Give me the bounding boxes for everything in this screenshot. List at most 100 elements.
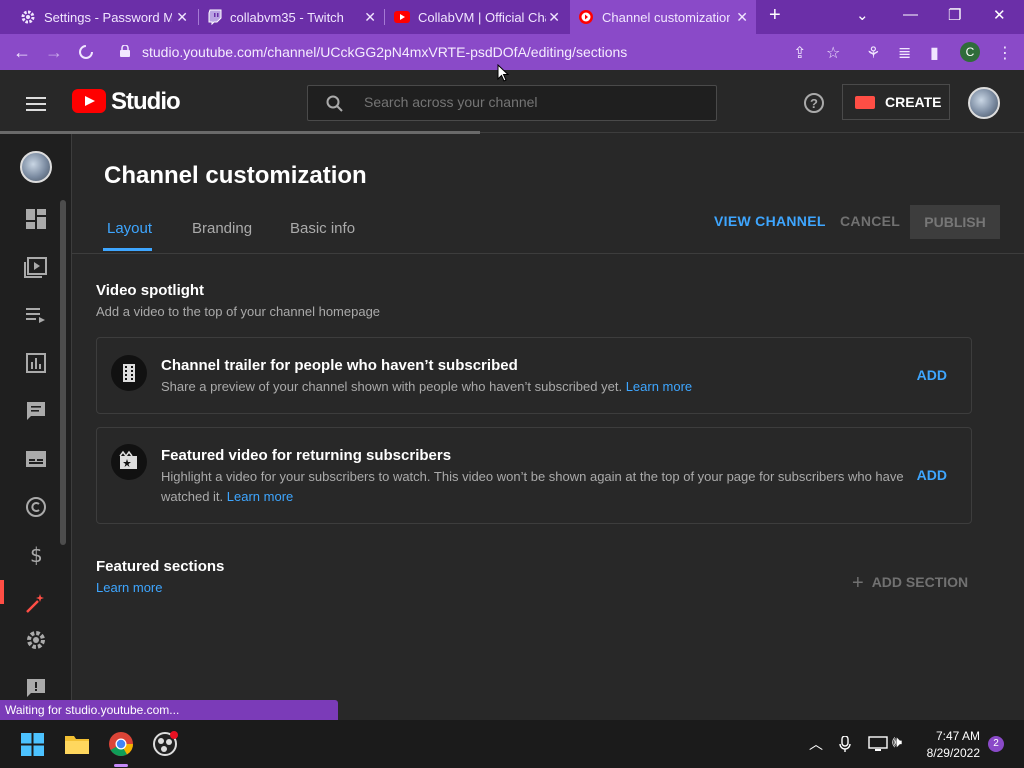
microphone-icon[interactable] — [839, 736, 851, 753]
chevron-up-icon[interactable]: ︿ — [809, 734, 823, 754]
add-section-button[interactable]: + ADD SECTION — [852, 570, 968, 594]
copyright-icon[interactable] — [24, 495, 48, 519]
chrome-icon[interactable] — [108, 731, 134, 757]
customization-icon[interactable] — [24, 591, 48, 615]
bookmark-star-icon[interactable]: ☆ — [826, 43, 840, 63]
settings-gear-icon[interactable] — [24, 628, 48, 652]
learn-more-link[interactable]: Learn more — [227, 489, 293, 504]
feedback-icon[interactable] — [24, 676, 48, 700]
network-icon[interactable] — [868, 736, 888, 752]
add-featured-video-button[interactable]: ADD — [917, 467, 947, 483]
view-channel-button[interactable]: VIEW CHANNEL — [714, 213, 826, 229]
card-title: Channel trailer for people who haven’t s… — [161, 357, 518, 374]
volume-icon[interactable]: 🕪 — [892, 734, 902, 752]
new-tab-button[interactable]: + — [769, 4, 781, 27]
featured-video-card: Featured video for returning subscribers… — [96, 427, 972, 524]
close-window-icon[interactable]: ✕ — [993, 6, 1006, 24]
forward-arrow-icon[interactable]: → — [45, 42, 63, 63]
close-icon[interactable]: ✕ — [364, 9, 376, 26]
browser-tab-settings[interactable]: Settings - Password Ma ✕ — [12, 0, 196, 34]
loading-spinner-icon[interactable] — [78, 44, 94, 60]
close-icon[interactable]: ✕ — [548, 9, 560, 26]
card-description: Share a preview of your channel shown wi… — [161, 377, 911, 397]
playlists-icon[interactable] — [24, 303, 48, 327]
card-title: Featured video for returning subscribers — [161, 447, 452, 464]
learn-more-link[interactable]: Learn more — [626, 379, 692, 394]
plus-icon: + — [852, 572, 864, 594]
youtube-logo-icon[interactable] — [72, 89, 106, 113]
tab-separator — [384, 9, 385, 25]
side-panel-icon[interactable]: ▮ — [930, 43, 939, 63]
publish-button[interactable]: PUBLISH — [910, 205, 1000, 239]
learn-more-link[interactable]: Learn more — [96, 580, 162, 595]
channel-avatar[interactable] — [20, 151, 52, 183]
notification-badge[interactable]: 2 — [988, 736, 1004, 752]
lock-icon[interactable] — [120, 45, 130, 57]
help-icon[interactable]: ? — [804, 93, 824, 113]
cancel-button[interactable]: CANCEL — [840, 213, 900, 229]
browser-tab-collabvm[interactable]: CollabVM | Official Cha ✕ — [386, 0, 568, 34]
tab-title: Settings - Password Ma — [44, 9, 172, 25]
sidebar-scrollbar[interactable] — [60, 200, 66, 545]
active-app-indicator — [114, 764, 128, 767]
search-input[interactable] — [364, 94, 694, 110]
restore-icon[interactable]: ❐ — [948, 6, 961, 24]
subtitles-icon[interactable] — [24, 447, 48, 471]
file-explorer-icon[interactable] — [64, 732, 90, 756]
youtube-studio-icon — [579, 10, 593, 24]
active-nav-indicator — [0, 580, 4, 604]
mouse-cursor-icon — [497, 64, 509, 82]
create-button[interactable]: CREATE — [842, 84, 950, 120]
video-camera-icon — [855, 95, 875, 109]
featured-video-icon — [111, 444, 147, 480]
studio-sidebar: $ — [0, 134, 72, 720]
card-description: Highlight a video for your subscribers t… — [161, 467, 911, 507]
minimize-icon[interactable]: — — [903, 6, 918, 23]
tab-layout[interactable]: Layout — [107, 220, 152, 237]
card-desc-text: Share a preview of your channel shown wi… — [161, 379, 623, 394]
studio-logo-text[interactable]: Studio — [111, 88, 181, 116]
video-spotlight-heading: Video spotlight — [96, 282, 205, 299]
tab-title: collabvm35 - Twitch — [230, 9, 344, 25]
channel-search-box[interactable] — [307, 85, 717, 121]
analytics-icon[interactable] — [24, 351, 48, 375]
obs-icon[interactable] — [152, 731, 178, 757]
kebab-menu-icon[interactable]: ⋮ — [997, 43, 1013, 63]
active-tab-underline — [103, 248, 152, 251]
svg-text:$: $ — [30, 543, 43, 567]
close-icon[interactable]: ✕ — [176, 9, 188, 26]
profile-avatar[interactable]: C — [960, 42, 980, 62]
browser-toolbar: ← → studio.youtube.com/channel/UCckGG2pN… — [0, 34, 1024, 70]
media-control-icon[interactable]: ≣ — [898, 43, 911, 63]
tab-branding[interactable]: Branding — [192, 220, 252, 237]
gear-icon — [21, 10, 35, 24]
twitch-icon — [208, 9, 222, 25]
dashboard-icon[interactable] — [24, 207, 48, 231]
page-title: Channel customization — [104, 162, 367, 189]
tab-basic-info[interactable]: Basic info — [290, 220, 355, 237]
browser-tab-strip: Settings - Password Ma ✕ collabvm35 - Tw… — [0, 0, 1024, 34]
comments-icon[interactable] — [24, 399, 48, 423]
address-bar[interactable]: studio.youtube.com/channel/UCckGG2pN4mxV… — [142, 44, 627, 60]
windows-start-icon[interactable] — [21, 733, 44, 756]
clock-time[interactable]: 7:47 AM — [930, 729, 980, 743]
add-trailer-button[interactable]: ADD — [917, 367, 947, 383]
hamburger-menu-icon[interactable] — [26, 97, 46, 111]
back-arrow-icon[interactable]: ← — [13, 42, 31, 63]
account-avatar[interactable] — [968, 87, 1000, 119]
close-icon[interactable]: ✕ — [736, 9, 748, 26]
tab-title: Channel customization — [602, 9, 730, 25]
windows-taskbar: ︿ 🕪 7:47 AM 8/29/2022 — [0, 720, 1024, 768]
share-icon[interactable]: ⇪ — [793, 43, 806, 63]
chevron-down-icon[interactable]: ⌄ — [856, 6, 869, 24]
youtube-icon — [394, 11, 410, 23]
browser-status-bubble: Waiting for studio.youtube.com... — [0, 700, 338, 720]
browser-tab-channel-customization[interactable]: Channel customization ✕ — [570, 0, 756, 34]
tab-separator — [198, 9, 199, 25]
extensions-icon[interactable]: ⚘ — [866, 43, 880, 63]
content-icon[interactable] — [24, 255, 48, 279]
monetization-icon[interactable]: $ — [24, 543, 48, 567]
browser-tab-twitch[interactable]: collabvm35 - Twitch ✕ — [200, 0, 384, 34]
film-icon — [111, 355, 147, 391]
clock-date[interactable]: 8/29/2022 — [920, 746, 980, 760]
